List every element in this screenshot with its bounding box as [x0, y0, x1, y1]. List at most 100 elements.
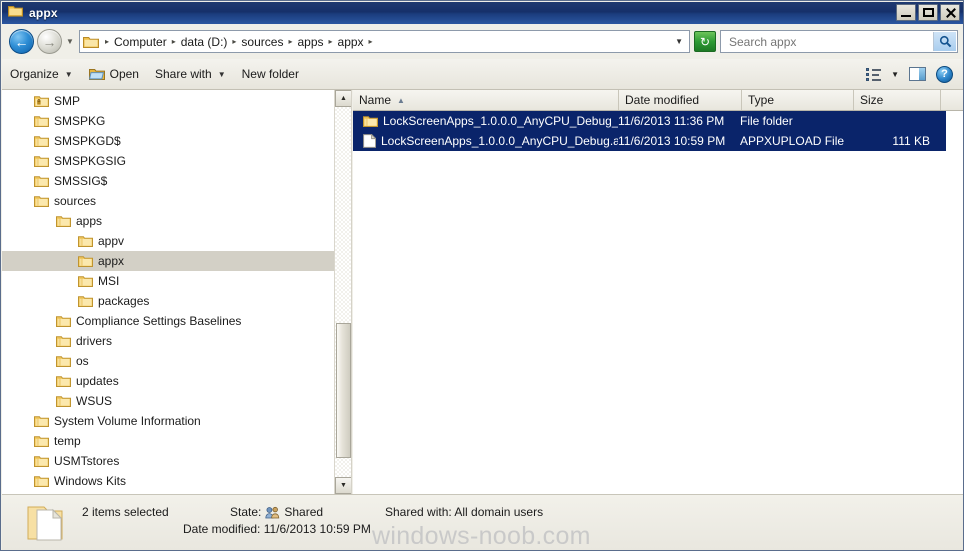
navigation-pane: SMP SMSPKG SMSPKGD$ SMSPKGSIG SMSSIG$ sources… — [2, 90, 352, 494]
breadcrumb-item-data-d[interactable]: data (D:) — [178, 35, 231, 49]
scrollbar-thumb[interactable] — [336, 323, 351, 458]
breadcrumb-item-sources[interactable]: sources — [238, 35, 286, 49]
tree-item-updates[interactable]: updates — [2, 371, 334, 391]
tree-item-usmtstores[interactable]: USMTstores — [2, 451, 334, 471]
address-dropdown-button[interactable]: ▼ — [675, 31, 683, 52]
scroll-up-button[interactable]: ▲ — [335, 90, 351, 107]
share-with-button[interactable]: Share with ▼ — [147, 63, 234, 85]
folder-icon — [78, 255, 93, 268]
view-dropdown-button[interactable]: ▼ — [886, 63, 904, 85]
folder-icon — [34, 175, 49, 188]
address-bar[interactable]: ▸ Computer ▸ data (D:) ▸ sources ▸ apps … — [79, 30, 690, 53]
folder-icon — [78, 235, 93, 248]
breadcrumb-item-apps[interactable]: apps — [294, 35, 326, 49]
tree-item-label: packages — [98, 294, 150, 308]
scroll-down-button[interactable]: ▼ — [335, 477, 351, 494]
breadcrumb-separator[interactable]: ▸ — [286, 37, 294, 46]
chevron-down-icon: ▼ — [66, 37, 74, 46]
breadcrumb-separator[interactable]: ▸ — [327, 37, 335, 46]
column-header-date-modified[interactable]: Date modified — [619, 90, 742, 110]
date-modified-value: 11/6/2013 10:59 PM — [263, 522, 371, 536]
search-button[interactable] — [933, 32, 956, 51]
file-icon — [363, 134, 376, 148]
folder-icon — [34, 135, 49, 148]
folder-icon — [34, 415, 49, 428]
breadcrumb-separator[interactable]: ▸ — [230, 37, 238, 46]
tree-item-label: appx — [98, 254, 125, 268]
open-label: Open — [109, 67, 139, 81]
search-input[interactable] — [727, 33, 926, 50]
help-button[interactable]: ? — [931, 63, 958, 85]
column-header-type[interactable]: Type — [742, 90, 854, 110]
folder-icon — [34, 475, 49, 488]
file-name-label: LockScreenApps_1.0.0.0_AnyCPU_Debug_T... — [383, 114, 618, 128]
file-list-pane: Name ▲ Date modified Type Size LockScree… — [353, 90, 963, 494]
tree-item-drivers[interactable]: drivers — [2, 331, 334, 351]
tree-item-msi[interactable]: MSI — [2, 271, 334, 291]
table-row[interactable]: LockScreenApps_1.0.0.0_AnyCPU_Debug_T...… — [353, 111, 946, 131]
breadcrumb-separator[interactable]: ▸ — [367, 37, 375, 46]
date-modified-group: Date modified: 11/6/2013 10:59 PM — [183, 522, 371, 536]
tree-item-smspkgsig[interactable]: SMSPKGSIG — [2, 151, 334, 171]
tree-item-wsus[interactable]: WSUS — [2, 391, 334, 411]
tree-item-label: appv — [98, 234, 125, 248]
column-header-name[interactable]: Name ▲ — [353, 90, 619, 110]
cell-name: LockScreenApps_1.0.0.0_AnyCPU_Debug.a... — [353, 134, 618, 148]
folder-icon — [34, 115, 49, 128]
tree-item-windows-kits[interactable]: Windows Kits — [2, 471, 334, 491]
forward-button[interactable]: → — [37, 29, 62, 54]
breadcrumb-separator[interactable]: ▸ — [170, 37, 178, 46]
tree-item-label: os — [76, 354, 89, 368]
minimize-button[interactable] — [896, 4, 916, 21]
organize-label: Organize — [10, 67, 59, 81]
tree-item-temp[interactable]: temp — [2, 431, 334, 451]
tree-item-label: updates — [76, 374, 119, 388]
breadcrumb-item-computer[interactable]: Computer — [111, 35, 170, 49]
cell-size: 111 KB — [892, 134, 930, 148]
folder-icon — [56, 215, 71, 228]
maximize-button[interactable] — [918, 4, 938, 21]
column-header-spacer[interactable] — [941, 90, 963, 110]
tree-item-smspkg[interactable]: SMSPKG — [2, 111, 334, 131]
open-folder-icon — [88, 67, 105, 81]
tree-item-smspkgd[interactable]: SMSPKGD$ — [2, 131, 334, 151]
breadcrumb: ▸ Computer ▸ data (D:) ▸ sources ▸ apps … — [80, 31, 375, 52]
preview-pane-button[interactable] — [904, 63, 931, 85]
folder-icon — [78, 275, 93, 288]
tree-item-sources[interactable]: sources — [2, 191, 334, 211]
tree-item-compliance-settings-baselines[interactable]: Compliance Settings Baselines — [2, 311, 334, 331]
tree-item-system-volume-information[interactable]: System Volume Information — [2, 411, 334, 431]
back-button[interactable]: ← — [9, 29, 34, 54]
help-icon: ? — [936, 65, 953, 83]
nav-pane-scrollbar[interactable]: ▲ ▼ — [334, 90, 351, 494]
search-box[interactable] — [720, 30, 958, 53]
tree-item-smssig[interactable]: SMSSIG$ — [2, 171, 334, 191]
refresh-button[interactable]: ↻ — [694, 31, 716, 52]
organize-button[interactable]: Organize ▼ — [2, 63, 81, 85]
sort-ascending-icon: ▲ — [397, 95, 405, 105]
column-label-date-modified: Date modified — [625, 93, 700, 107]
file-name-label: LockScreenApps_1.0.0.0_AnyCPU_Debug.a... — [381, 134, 618, 148]
folder-icon — [34, 455, 49, 468]
breadcrumb-item-appx[interactable]: appx — [335, 35, 367, 49]
tree-item-label: USMTstores — [54, 454, 120, 468]
new-folder-button[interactable]: New folder — [234, 63, 307, 85]
folder-icon — [8, 4, 23, 22]
tree-item-os[interactable]: os — [2, 351, 334, 371]
column-header-size[interactable]: Size — [854, 90, 941, 110]
refresh-icon: ↻ — [699, 34, 711, 49]
cell-type: File folder — [740, 114, 793, 128]
open-button[interactable]: Open — [81, 63, 147, 85]
change-view-button[interactable] — [861, 63, 886, 85]
tree-item-appv[interactable]: appv — [2, 231, 334, 251]
preview-pane-icon — [909, 67, 926, 81]
tree-item-smp[interactable]: SMP — [2, 91, 334, 111]
history-dropdown-button[interactable]: ▼ — [63, 37, 77, 46]
users-icon — [265, 506, 280, 519]
close-button[interactable] — [940, 4, 960, 21]
tree-item-appx[interactable]: appx — [2, 251, 334, 271]
tree-item-packages[interactable]: packages — [2, 291, 334, 311]
tree-item-apps[interactable]: apps — [2, 211, 334, 231]
folder-icon — [56, 355, 71, 368]
table-row[interactable]: LockScreenApps_1.0.0.0_AnyCPU_Debug.a...… — [353, 131, 946, 151]
